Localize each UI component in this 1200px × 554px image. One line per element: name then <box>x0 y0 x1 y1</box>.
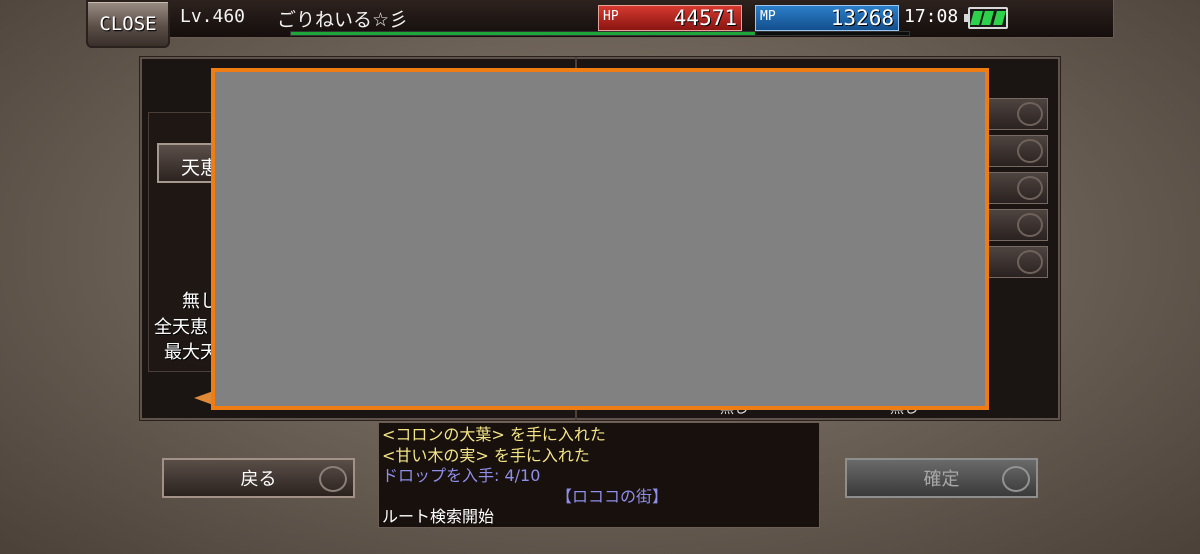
option-label-all: 全天恵 <box>154 317 208 338</box>
swirl-icon <box>1017 139 1043 163</box>
log-line: <甘い木の実> を手に入れた <box>382 445 590 465</box>
confirm-button[interactable]: 確定 <box>845 458 1038 498</box>
mp-gauge: MP 13268 <box>755 5 899 31</box>
message-log: <コロンの大葉> を手に入れた <甘い木の実> を手に入れた ドロップを入手: … <box>378 422 820 528</box>
confirm-button-label: 確定 <box>923 469 960 490</box>
player-level: Lv.460 <box>180 6 246 27</box>
hp-gauge: HP 44571 <box>598 5 742 31</box>
exp-bar <box>290 31 910 36</box>
log-line: ルート検索開始 <box>382 507 495 526</box>
log-line: <コロンの大葉> を手に入れた <box>382 425 606 444</box>
swirl-icon <box>1002 466 1030 492</box>
hp-label: HP <box>603 9 619 24</box>
hp-value: 44571 <box>673 6 737 30</box>
close-button[interactable]: CLOSE <box>86 0 170 48</box>
swirl-icon <box>1017 213 1043 237</box>
back-button[interactable]: 戻る <box>162 458 355 498</box>
log-line: ドロップを入手: 4/10 <box>382 466 541 485</box>
clock: 17:08 <box>904 6 959 27</box>
mp-value: 13268 <box>830 6 894 30</box>
swirl-icon <box>1017 176 1043 200</box>
modal-overlay[interactable] <box>211 68 989 410</box>
option-label-max: 最大天 <box>164 342 218 363</box>
swirl-icon <box>1017 250 1043 274</box>
swirl-icon <box>319 466 347 492</box>
battery-icon <box>964 7 1008 29</box>
player-name: ごりねいる☆彡 <box>277 9 409 31</box>
exp-bar-fill <box>291 32 755 35</box>
mp-label: MP <box>760 9 776 24</box>
swirl-icon <box>1017 102 1043 126</box>
back-button-label: 戻る <box>240 469 277 490</box>
log-line: 【ロココの街】 <box>556 486 669 506</box>
